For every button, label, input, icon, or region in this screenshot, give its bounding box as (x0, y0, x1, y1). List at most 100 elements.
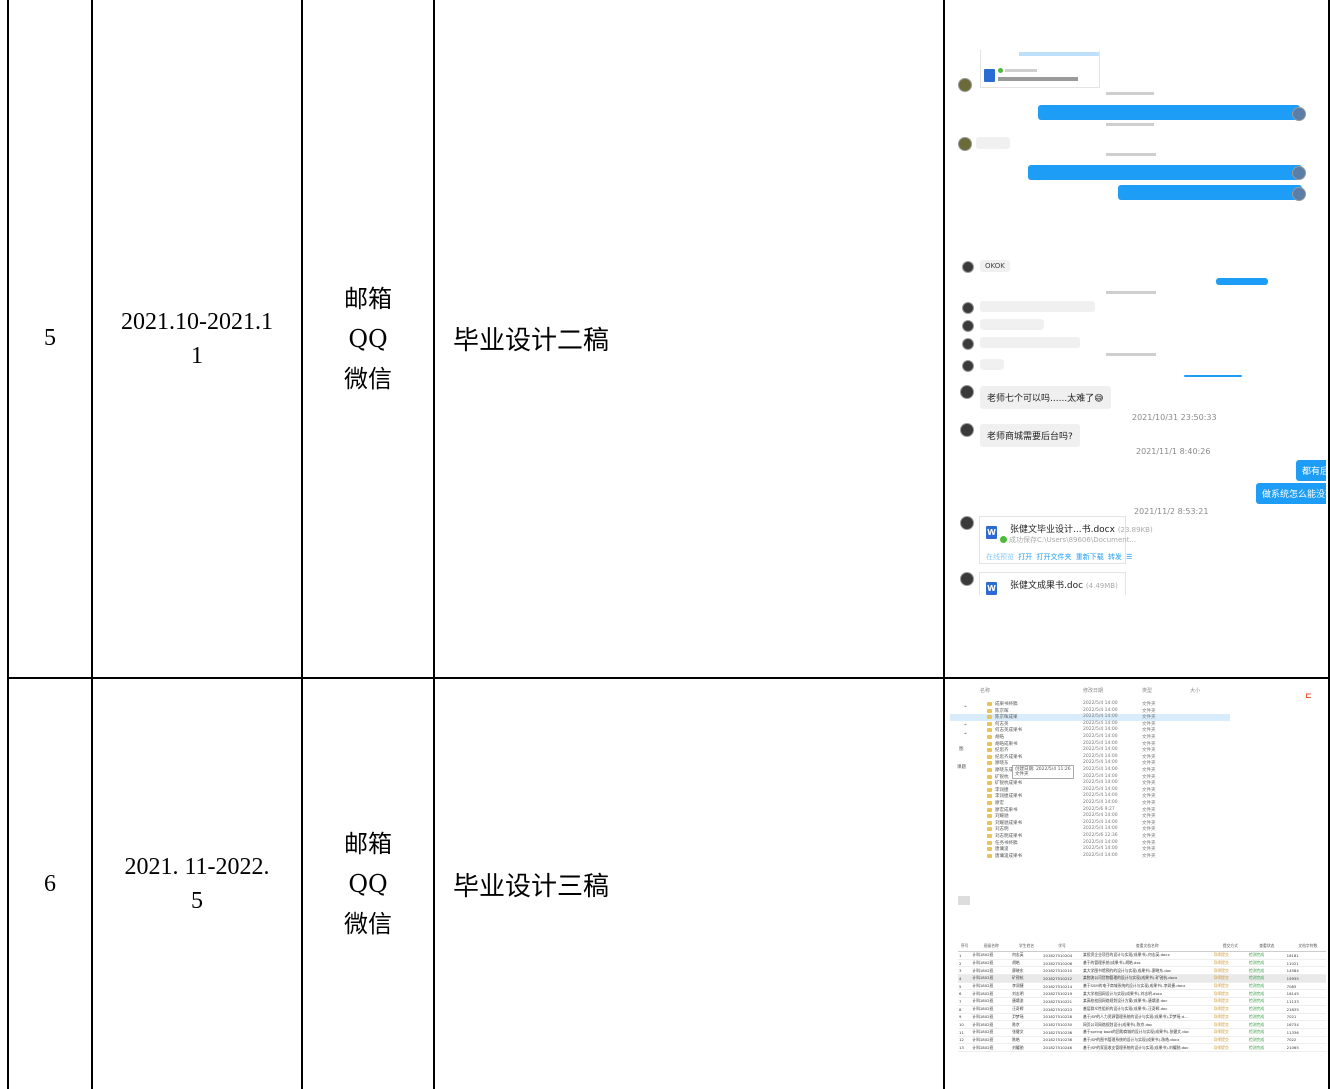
table-cell: 汪奇辉 (1011, 1005, 1043, 1014)
table-cell: 5 (958, 982, 972, 991)
table-row[interactable]: 6 计科1802班 刘志明 201827510219 某大学校园网设计与实现(成果书)-… (958, 989, 1326, 999)
table-row[interactable]: 11 计科1802班 张健文 201827510236 基于spring boot的团购… (958, 1028, 1326, 1037)
table-cell: 201827510210 (1042, 966, 1082, 976)
table-cell: 7085 (1285, 982, 1326, 991)
file-row[interactable]: 廖晓东成果书 2022/5/4 14:00 文件夹 (950, 767, 1230, 774)
blurred-bubble (1028, 165, 1302, 180)
table-row[interactable]: 9 计科1802班 尹梦瑶 201827510228 基于JSP的人力资源管理系统的设计… (958, 1013, 1326, 1022)
file-row-type: 文件夹 (1142, 748, 1156, 754)
file-row-name: 廖晓东 (995, 761, 1009, 767)
file-row-type: 文件夹 (1142, 801, 1156, 806)
success-icon (998, 68, 1003, 73)
table-row[interactable]: 3 计科1802班 廖晓东 201827510210 某大学图书馆预约的设计与实现(成果… (958, 966, 1326, 976)
table-row[interactable]: 12 计科1802班 陈皓 201827510238 基于JSP的图书管理系统的设计与实… (958, 1036, 1326, 1045)
file-card[interactable]: W 张健文毕业设计...书.docx (23.89KB) 成功保存C:\User… (979, 516, 1153, 564)
table-cell: 3 (958, 966, 972, 976)
table-row[interactable]: 1 计科1802班 何志英 201827510204 某投资企业项目的设计与实现(成果书… (958, 951, 1326, 960)
table-cell: 检测完成 (1248, 1043, 1286, 1052)
file-row[interactable]: 唐墉浚成果书 2022/5/4 14:00 文件夹 (950, 853, 1230, 860)
blurred-bubble (1184, 375, 1242, 377)
avatar (960, 572, 974, 586)
menu-icon[interactable]: ☰ (1126, 553, 1132, 561)
table-cell: 检测完成 (1248, 1036, 1286, 1045)
table-cell: 4 (958, 974, 972, 983)
file-row-name: 刘耀驰 (995, 814, 1009, 820)
file-row[interactable]: 刘志明成果书 2022/5/6 12:36 文件夹 (950, 833, 1230, 840)
folder-icon (987, 741, 992, 746)
table-cell: 计科1802班 (971, 1043, 1012, 1052)
table-cell: 11336 (1285, 1028, 1326, 1037)
table-cell: 9 (958, 1013, 972, 1022)
file-row-name: 唐墉浚成果书 (995, 853, 1022, 859)
table-header-cell: 文档字符数 (1285, 941, 1326, 952)
table-row[interactable]: 2 计科1802班 胡皓 201827510206 基于的管理系统(成果书)-胡皓.do… (958, 959, 1326, 968)
file-row-date: 2022/5/4 14:00 (1083, 701, 1118, 706)
file-row[interactable]: 矿锐杭成果书 2022/5/4 14:00 文件夹 (950, 780, 1230, 787)
table-cell: 基于JSP的图书管理系统的设计与实现(成果书)-陈皓.docx (1081, 1036, 1213, 1045)
progress-table: 5 2021.10-2021.1 1 邮箱 QQ 微信 毕业设计二稿 6 202… (0, 0, 1330, 1089)
file-card[interactable]: W 张健文成果书.doc (4.49MB) (979, 572, 1126, 595)
file-row[interactable]: 胡皓 2022/5/4 14:00 文件夹 (950, 734, 1230, 741)
table-cell: 胡皓 (1011, 959, 1043, 968)
file-row[interactable]: 刘耀驰 2022/5/4 14:00 文件夹 (950, 813, 1230, 820)
file-row-date: 2022/5/4 14:00 (1083, 813, 1118, 819)
chat-bubble-incoming: 老师商城需要后台吗? (980, 424, 1080, 447)
file-size: (4.49MB) (1085, 582, 1118, 590)
open-link[interactable]: 打开 (1018, 553, 1032, 561)
timestamp: 2021/11/2 8:53:21 (1134, 507, 1209, 516)
table-row[interactable]: 13 计科1802班 刘耀驰 201827510246 基于JSP的家庭收支管理系统的设… (958, 1043, 1326, 1052)
blurred-bubble (980, 359, 1004, 370)
file-row[interactable]: 唐墉浚 2022/5/4 14:00 文件夹 (950, 846, 1230, 853)
table-cell: 16734 (1285, 1020, 1326, 1029)
open-folder-link[interactable]: 打开文件夹 (1036, 553, 1071, 561)
blurred-timestamp (1106, 153, 1156, 156)
column-header-date[interactable]: 修改日期 (1083, 687, 1103, 694)
tooltip-type: 文件夹 (1015, 772, 1029, 777)
folder-icon (987, 853, 992, 858)
file-row[interactable]: 廖晓东 2022/5/4 14:00 文件夹 (950, 760, 1230, 767)
file-row-date: 2022/5/4 14:00 (1083, 773, 1118, 779)
table-row[interactable]: 4 计科1802班 矿锐杭 201827510212 某物流公司货物管理的设计与实现(成… (958, 974, 1326, 983)
chat-bubble-outgoing: 做系统怎么能没有后台 (1256, 483, 1326, 504)
column-header-name[interactable]: 名称 (980, 687, 990, 694)
chat-bubble-incoming: OKOK (980, 260, 1010, 272)
file-row-type: 文件夹 (1142, 827, 1156, 833)
row-index: 6 (44, 870, 56, 897)
table-row[interactable]: 8 计科1802班 汪奇辉 201827510223 基层群众性组织的设计与实现(成果书… (958, 1005, 1326, 1014)
file-row[interactable]: 李润捷成果书 2022/5/4 14:00 文件夹 (950, 793, 1230, 800)
contact-methods: 邮箱 QQ 微信 (303, 0, 433, 677)
table-cell: 2 (958, 959, 972, 968)
file-row-name: 陈京晖成果 (995, 715, 1018, 721)
table-cell: 基于spring boot的团购商城的设计与实现(成果书)-张健文.doc (1081, 1028, 1213, 1037)
forward-link[interactable]: 转发 (1108, 553, 1122, 561)
blurred-text (1019, 52, 1099, 56)
file-row[interactable]: 刘志明 2022/5/4 14:00 文件夹 (950, 826, 1230, 833)
folder-icon (987, 728, 992, 733)
table-cell: 12 (958, 1036, 972, 1045)
table-row[interactable]: 10 计科1802班 陈京 201827510230 网页公司网络规划设计(成果书)-陈… (958, 1020, 1326, 1029)
redownload-link[interactable]: 重新下载 (1076, 553, 1104, 561)
file-row[interactable]: 何志英成果书 2022/5/4 14:00 文件夹 (950, 727, 1230, 734)
chat-bubble-incoming: 老师七个可以吗......太难了😅 (980, 386, 1111, 409)
column-header-size[interactable]: 大小 (1190, 687, 1200, 694)
row-index: 5 (44, 325, 56, 351)
file-row[interactable]: 纪思齐 2022/5/4 14:00 文件夹 (950, 747, 1230, 754)
table-cell: 检测完成 (1248, 997, 1286, 1006)
file-row[interactable]: 陈京晖成果 2022/5/4 14:00 文件夹 (950, 714, 1230, 721)
file-row[interactable]: 廖宏 2022/5/4 14:00 文件夹 (950, 800, 1230, 807)
table-row[interactable]: 7 计科1802班 唐墉浚 201827510221 某高校校园网络规划设计方案(成果书… (958, 997, 1326, 1006)
file-row-type: 文件夹 (1142, 781, 1156, 787)
table-cell: 导师提交 (1212, 951, 1249, 960)
file-row[interactable]: 成果书终稿 2022/5/4 14:00 文件夹 (950, 701, 1230, 708)
file-row-name: 成果书终稿 (995, 702, 1018, 707)
table-cell: 201827510212 (1042, 974, 1082, 983)
blurred-timestamp (1106, 123, 1154, 126)
table-cell: 某物流公司货物管理的设计与实现(成果书)-矿锐杭.docx (1081, 974, 1213, 983)
folder-icon (987, 801, 992, 805)
table-cell: 某投资企业项目的设计与实现(成果书)-何志英.docx (1081, 951, 1213, 960)
column-header-type[interactable]: 类型 (1142, 687, 1152, 694)
preview-link[interactable]: 在线预览 (986, 553, 1014, 561)
table-cell: 导师提交 (1212, 1028, 1249, 1037)
table-body: 1 计科1802班 何志英 201827510204 某投资企业项目的设计与实现(成果书… (958, 951, 1326, 1052)
table-row[interactable]: 5 计科1802班 李润捷 201827510214 基于SSM的电子商城系统的设计与实… (958, 982, 1326, 991)
